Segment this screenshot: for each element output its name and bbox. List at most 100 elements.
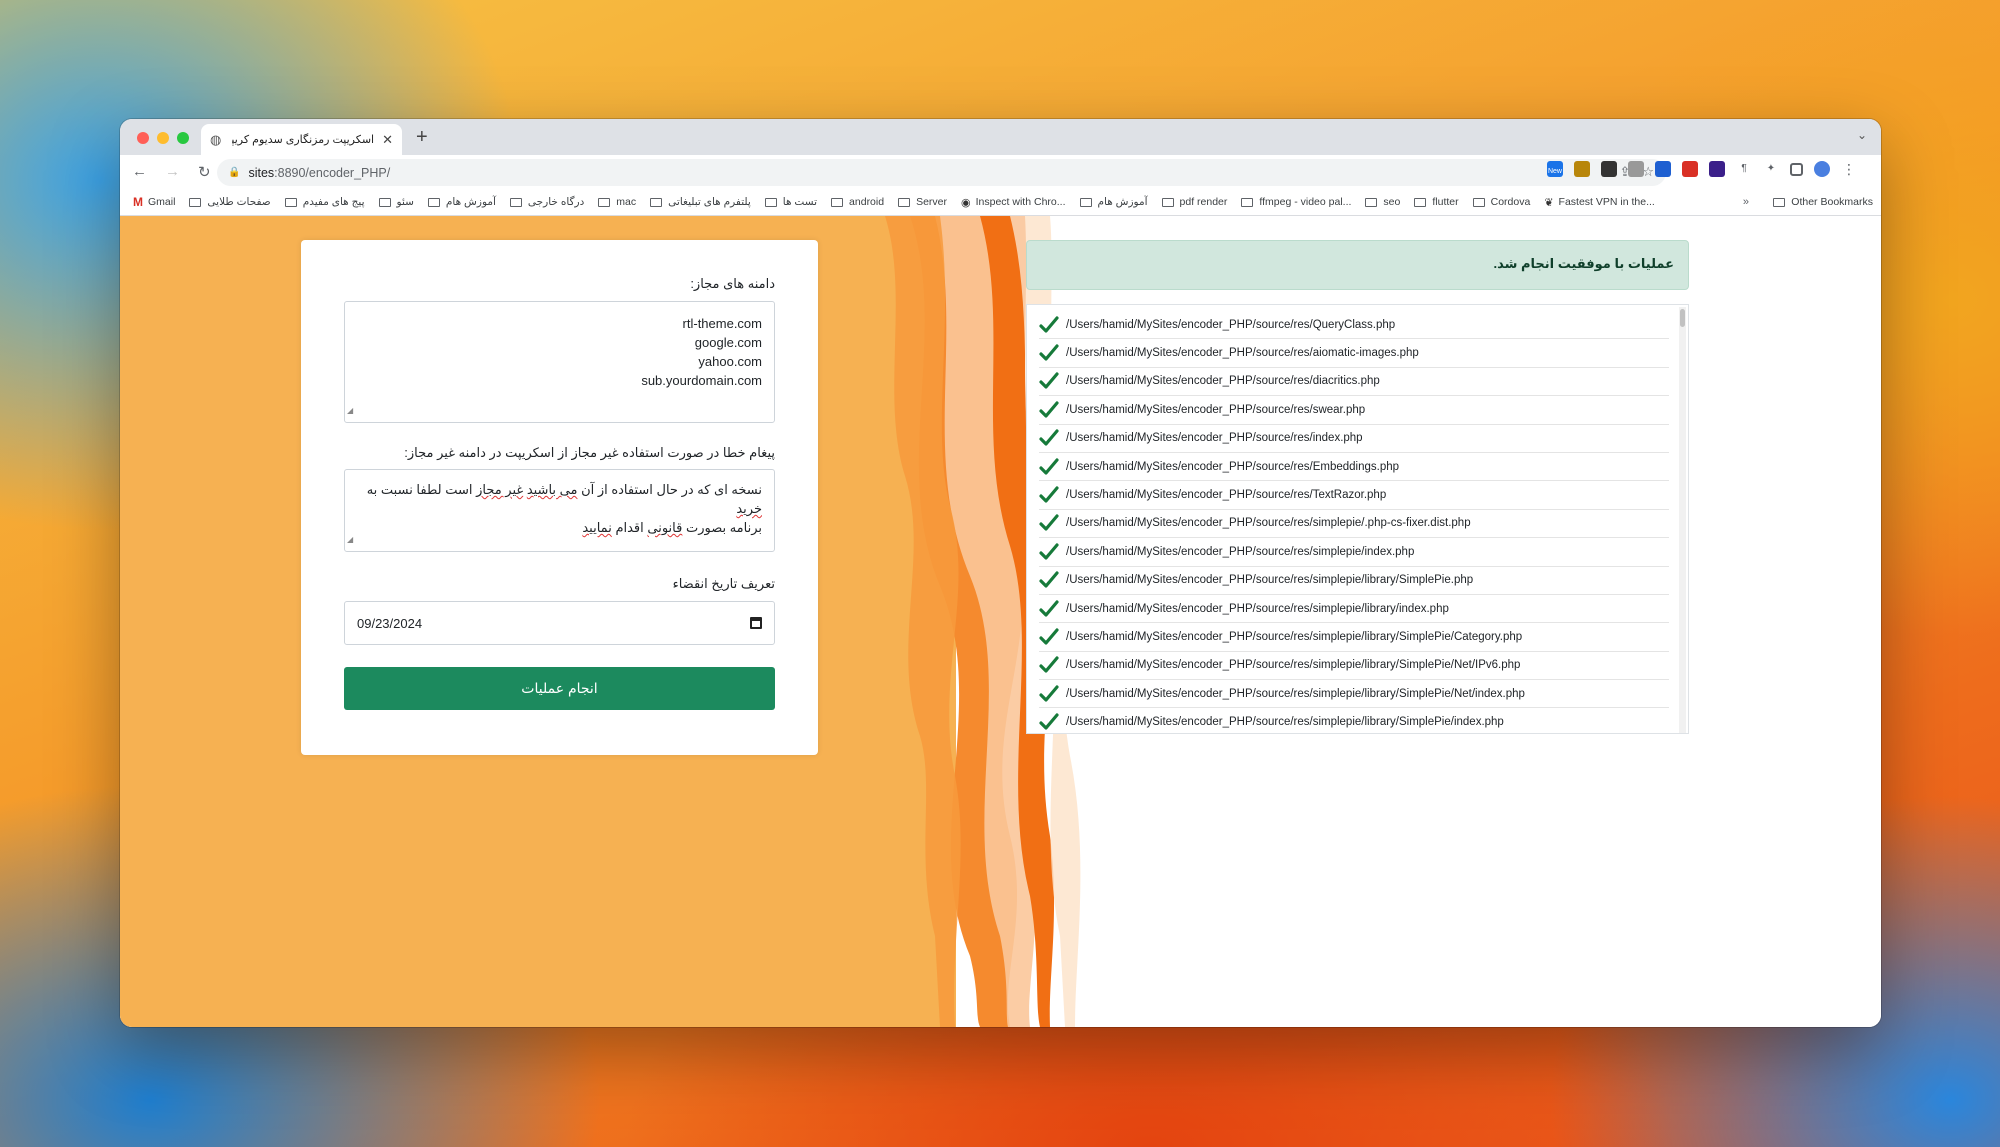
file-row: /Users/hamid/MySites/encoder_PHP/source/…: [1039, 708, 1669, 733]
file-path: /Users/hamid/MySites/encoder_PHP/source/…: [1066, 318, 1396, 331]
folder-icon: [509, 197, 522, 207]
scrollbar-thumb[interactable]: [1680, 309, 1685, 327]
extension-new-icon[interactable]: New: [1547, 161, 1563, 177]
bookmark-folder[interactable]: سئو: [378, 196, 414, 208]
file-row: /Users/hamid/MySites/encoder_PHP/source/…: [1039, 339, 1669, 368]
folder-icon: [764, 197, 777, 207]
bookmark-folder[interactable]: آموزش هام: [427, 196, 496, 208]
bookmark-folder[interactable]: آموزش هام: [1079, 196, 1148, 208]
checkmark-icon: [1039, 344, 1059, 361]
avatar[interactable]: [1814, 161, 1830, 177]
forward-icon[interactable]: →: [165, 163, 180, 181]
puzzle-icon[interactable]: ✦: [1763, 161, 1779, 177]
extension-ip-icon[interactable]: [1574, 161, 1590, 177]
extensions-bar: New ¶ ✦ ⋮: [1547, 161, 1857, 177]
file-path: /Users/hamid/MySites/encoder_PHP/source/…: [1066, 716, 1504, 729]
resize-handle-icon[interactable]: ◢: [347, 530, 353, 549]
tab-active[interactable]: ◍ اسکریپت رمزنگاری سدیوم کریپتو ✕: [201, 124, 402, 155]
submit-button[interactable]: انجام عملیات: [344, 667, 775, 710]
file-path: /Users/hamid/MySites/encoder_PHP/source/…: [1066, 659, 1521, 672]
extension-paragraph-icon[interactable]: ¶: [1736, 161, 1752, 177]
file-path: /Users/hamid/MySites/encoder_PHP/source/…: [1066, 517, 1471, 530]
bookmark-gmail[interactable]: M Gmail: [133, 195, 175, 209]
more-bookmarks-icon[interactable]: »: [1743, 196, 1749, 208]
bookmark-folder[interactable]: ffmpeg - video pal...: [1241, 196, 1351, 208]
bookmark-folder[interactable]: درگاه خارجی: [509, 196, 584, 208]
file-path: /Users/hamid/MySites/encoder_PHP/source/…: [1066, 432, 1363, 445]
maximize-window-button[interactable]: [177, 132, 189, 144]
bookmark-folder[interactable]: android: [831, 196, 884, 208]
extension-translate-icon[interactable]: [1709, 161, 1725, 177]
checkmark-icon: [1039, 372, 1059, 390]
extension-pin-icon[interactable]: [1655, 161, 1671, 177]
bookmark-folder[interactable]: پیج های مفیدم: [284, 196, 365, 208]
error-message-textarea[interactable]: نسخه ای که در حال استفاده از آن می باشید…: [344, 469, 775, 552]
folder-icon: [1079, 197, 1092, 207]
file-row: /Users/hamid/MySites/encoder_PHP/source/…: [1039, 396, 1669, 425]
bookmark-folder[interactable]: صفحات طلایی: [189, 196, 271, 208]
page-content: دامنه های مجاز: rtl-theme.com google.com…: [120, 216, 1881, 1027]
resize-handle-icon[interactable]: ◢: [347, 401, 353, 420]
folder-icon: [189, 197, 202, 207]
bookmark-folder[interactable]: Cordova: [1472, 196, 1530, 208]
url-text: sites:8890/encoder_PHP/: [248, 165, 391, 180]
file-row: /Users/hamid/MySites/encoder_PHP/source/…: [1039, 538, 1669, 567]
file-path: /Users/hamid/MySites/encoder_PHP/source/…: [1066, 403, 1366, 416]
file-row: /Users/hamid/MySites/encoder_PHP/source/…: [1039, 368, 1669, 397]
extension-mail-icon[interactable]: [1601, 161, 1617, 177]
calendar-icon[interactable]: [750, 617, 762, 629]
bookmark-link[interactable]: ◉ Inspect with Chro...: [961, 196, 1065, 209]
file-row: /Users/hamid/MySites/encoder_PHP/source/…: [1039, 453, 1669, 482]
file-row: /Users/hamid/MySites/encoder_PHP/source/…: [1039, 652, 1669, 681]
tab-search-chevron-icon[interactable]: ⌄: [1857, 128, 1867, 142]
lock-icon[interactable]: 🔒: [228, 167, 240, 178]
checkmark-icon: [1039, 656, 1059, 673]
file-row: /Users/hamid/MySites/encoder_PHP/source/…: [1039, 680, 1669, 709]
error-message-label: پیغام خطا در صورت استفاده غیر مجاز از اس…: [404, 445, 775, 460]
checkmark-icon: [1039, 628, 1059, 645]
file-path: /Users/hamid/MySites/encoder_PHP/source/…: [1066, 545, 1415, 558]
checkmark-icon: [1039, 458, 1059, 475]
file-row: /Users/hamid/MySites/encoder_PHP/source/…: [1039, 510, 1669, 539]
checkmark-icon: [1039, 599, 1059, 617]
other-bookmarks[interactable]: Other Bookmarks: [1773, 196, 1873, 208]
side-panel-icon[interactable]: [1790, 162, 1803, 176]
browser-window: ◍ اسکریپت رمزنگاری سدیوم کریپتو ✕ + ⌄ ← …: [120, 119, 1881, 1027]
expiry-date-input[interactable]: 09/23/2024: [344, 601, 775, 645]
file-row: /Users/hamid/MySites/encoder_PHP/source/…: [1039, 425, 1669, 453]
folder-icon: [427, 197, 440, 207]
file-path: /Users/hamid/MySites/encoder_PHP/source/…: [1066, 347, 1419, 360]
window-controls: [137, 132, 189, 144]
encoded-files-list[interactable]: /Users/hamid/MySites/encoder_PHP/source/…: [1026, 304, 1689, 734]
file-row: /Users/hamid/MySites/encoder_PHP/source/…: [1039, 311, 1669, 340]
bookmarks-bar: M Gmail صفحات طلایی پیج های مفیدم سئو آمو…: [120, 189, 1881, 216]
bookmark-link[interactable]: ❦ Fastest VPN in the...: [1544, 196, 1655, 209]
bookmark-folder[interactable]: تست ها: [764, 196, 817, 208]
scrollbar[interactable]: [1679, 307, 1686, 733]
close-tab-icon[interactable]: ✕: [382, 132, 393, 148]
file-row: /Users/hamid/MySites/encoder_PHP/source/…: [1039, 481, 1669, 510]
close-window-button[interactable]: [137, 132, 149, 144]
checkmark-icon: [1039, 486, 1059, 503]
settings-form-card: دامنه های مجاز: rtl-theme.com google.com…: [301, 240, 818, 755]
extension-qr-icon[interactable]: [1628, 161, 1644, 177]
bookmark-folder[interactable]: seo: [1365, 196, 1400, 208]
extension-video-icon[interactable]: [1682, 161, 1698, 177]
folder-icon: [1472, 197, 1485, 207]
bookmark-folder[interactable]: mac: [598, 196, 636, 208]
reload-icon[interactable]: ↻: [198, 163, 211, 181]
minimize-window-button[interactable]: [157, 132, 169, 144]
bookmark-folder[interactable]: flutter: [1414, 196, 1459, 208]
allowed-domains-textarea[interactable]: rtl-theme.com google.com yahoo.com sub.y…: [344, 301, 775, 423]
folder-icon: [831, 197, 844, 207]
menu-kebab-icon[interactable]: ⋮: [1841, 161, 1857, 177]
bookmark-folder[interactable]: پلتفرم های تبلیغاتی: [650, 196, 751, 208]
address-bar[interactable]: 🔒 sites:8890/encoder_PHP/ ⇪ ☆: [217, 159, 1666, 186]
folder-icon: [650, 197, 663, 207]
folder-icon: [598, 197, 611, 207]
back-icon[interactable]: ←: [132, 163, 147, 181]
folder-icon: [898, 197, 911, 207]
bookmark-folder[interactable]: Server: [898, 196, 947, 208]
bookmark-folder[interactable]: pdf render: [1161, 196, 1227, 208]
new-tab-icon[interactable]: +: [416, 126, 428, 149]
